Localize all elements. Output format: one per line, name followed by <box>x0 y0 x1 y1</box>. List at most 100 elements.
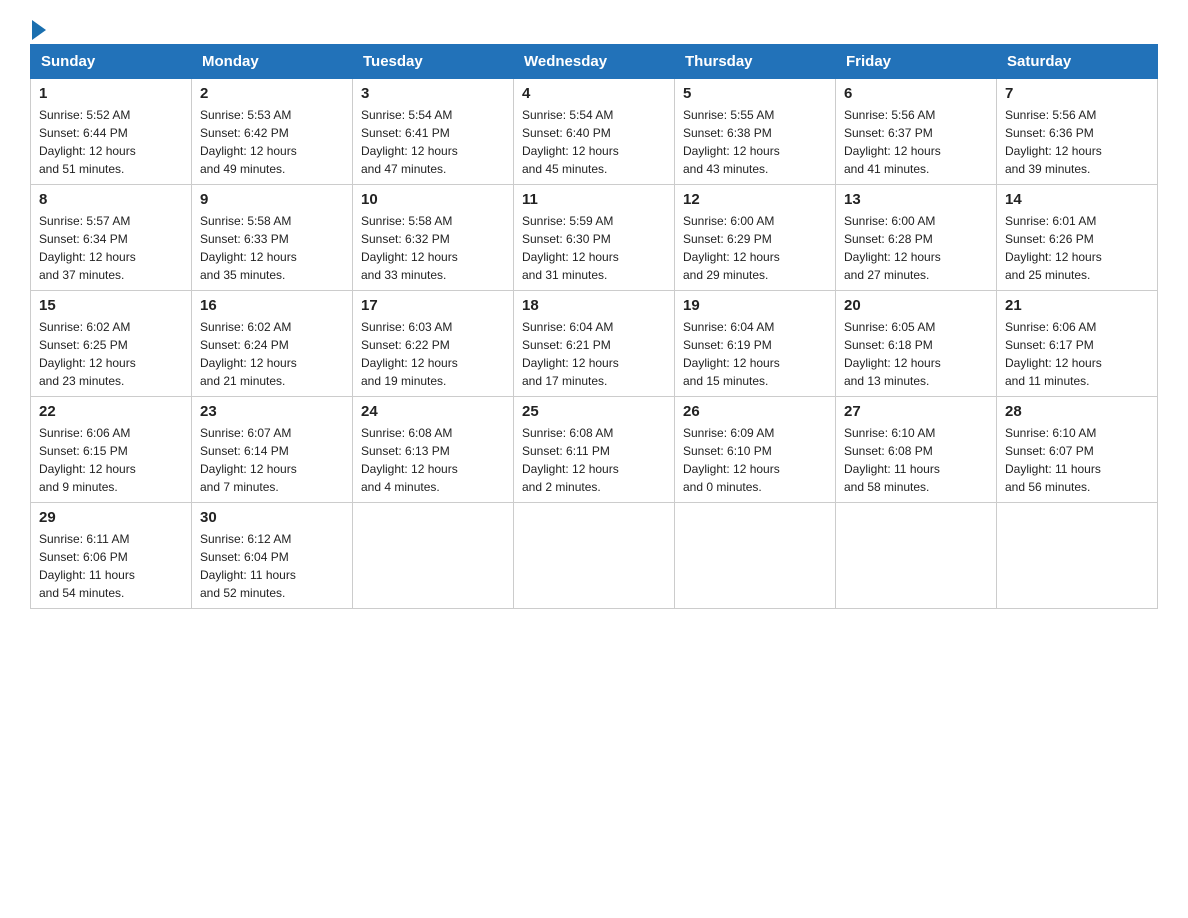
calendar-cell: 27 Sunrise: 6:10 AMSunset: 6:08 PMDayligh… <box>836 397 997 503</box>
day-number: 12 <box>683 191 827 208</box>
day-number: 9 <box>200 191 344 208</box>
calendar-cell: 12 Sunrise: 6:00 AMSunset: 6:29 PMDayligh… <box>675 185 836 291</box>
day-info: Sunrise: 5:57 AMSunset: 6:34 PMDaylight:… <box>39 212 183 284</box>
calendar-cell: 7 Sunrise: 5:56 AMSunset: 6:36 PMDaylight… <box>997 79 1158 185</box>
day-number: 29 <box>39 509 183 526</box>
day-number: 18 <box>522 297 666 314</box>
weekday-header-row: SundayMondayTuesdayWednesdayThursdayFrid… <box>31 45 1158 79</box>
calendar-week-3: 15 Sunrise: 6:02 AMSunset: 6:25 PMDayligh… <box>31 291 1158 397</box>
calendar-cell: 28 Sunrise: 6:10 AMSunset: 6:07 PMDayligh… <box>997 397 1158 503</box>
day-number: 28 <box>1005 403 1149 420</box>
day-number: 4 <box>522 85 666 102</box>
weekday-header-wednesday: Wednesday <box>514 45 675 79</box>
calendar-cell <box>836 503 997 609</box>
calendar-week-1: 1 Sunrise: 5:52 AMSunset: 6:44 PMDaylight… <box>31 79 1158 185</box>
weekday-header-tuesday: Tuesday <box>353 45 514 79</box>
calendar-week-2: 8 Sunrise: 5:57 AMSunset: 6:34 PMDaylight… <box>31 185 1158 291</box>
day-info: Sunrise: 6:08 AMSunset: 6:11 PMDaylight:… <box>522 424 666 496</box>
calendar-cell: 10Sunrise: 5:58 AMSunset: 6:32 PMDayligh… <box>353 185 514 291</box>
day-number: 26 <box>683 403 827 420</box>
day-info: Sunrise: 5:54 AMSunset: 6:40 PMDaylight:… <box>522 106 666 178</box>
day-number: 7 <box>1005 85 1149 102</box>
day-info: Sunrise: 6:00 AMSunset: 6:28 PMDaylight:… <box>844 212 988 284</box>
day-info: Sunrise: 6:04 AMSunset: 6:21 PMDaylight:… <box>522 318 666 390</box>
day-number: 21 <box>1005 297 1149 314</box>
day-info: Sunrise: 6:10 AMSunset: 6:08 PMDaylight:… <box>844 424 988 496</box>
day-info: Sunrise: 6:01 AMSunset: 6:26 PMDaylight:… <box>1005 212 1149 284</box>
calendar-cell: 6 Sunrise: 5:56 AMSunset: 6:37 PMDaylight… <box>836 79 997 185</box>
weekday-header-friday: Friday <box>836 45 997 79</box>
day-number: 15 <box>39 297 183 314</box>
calendar-cell: 19 Sunrise: 6:04 AMSunset: 6:19 PMDayligh… <box>675 291 836 397</box>
day-number: 17 <box>361 297 505 314</box>
day-number: 20 <box>844 297 988 314</box>
weekday-header-monday: Monday <box>192 45 353 79</box>
day-info: Sunrise: 6:02 AMSunset: 6:25 PMDaylight:… <box>39 318 183 390</box>
day-info: Sunrise: 6:06 AMSunset: 6:17 PMDaylight:… <box>1005 318 1149 390</box>
calendar-cell: 5 Sunrise: 5:55 AMSunset: 6:38 PMDaylight… <box>675 79 836 185</box>
day-number: 24 <box>361 403 505 420</box>
calendar-cell <box>353 503 514 609</box>
day-info: Sunrise: 6:07 AMSunset: 6:14 PMDaylight:… <box>200 424 344 496</box>
day-info: Sunrise: 5:54 AMSunset: 6:41 PMDaylight:… <box>361 106 505 178</box>
calendar-cell: 4 Sunrise: 5:54 AMSunset: 6:40 PMDaylight… <box>514 79 675 185</box>
day-number: 10 <box>361 191 505 208</box>
calendar-cell: 2Sunrise: 5:53 AMSunset: 6:42 PMDaylight… <box>192 79 353 185</box>
calendar-cell: 14 Sunrise: 6:01 AMSunset: 6:26 PMDayligh… <box>997 185 1158 291</box>
calendar-cell: 9Sunrise: 5:58 AMSunset: 6:33 PMDaylight… <box>192 185 353 291</box>
calendar-cell: 3 Sunrise: 5:54 AMSunset: 6:41 PMDaylight… <box>353 79 514 185</box>
calendar-cell: 20 Sunrise: 6:05 AMSunset: 6:18 PMDayligh… <box>836 291 997 397</box>
calendar-week-5: 29 Sunrise: 6:11 AMSunset: 6:06 PMDayligh… <box>31 503 1158 609</box>
day-info: Sunrise: 5:59 AMSunset: 6:30 PMDaylight:… <box>522 212 666 284</box>
calendar-cell: 30Sunrise: 6:12 AMSunset: 6:04 PMDayligh… <box>192 503 353 609</box>
logo <box>30 20 48 34</box>
weekday-header-thursday: Thursday <box>675 45 836 79</box>
day-number: 22 <box>39 403 183 420</box>
day-info: Sunrise: 5:55 AMSunset: 6:38 PMDaylight:… <box>683 106 827 178</box>
calendar-cell <box>514 503 675 609</box>
calendar-cell: 15 Sunrise: 6:02 AMSunset: 6:25 PMDayligh… <box>31 291 192 397</box>
calendar-cell: 25 Sunrise: 6:08 AMSunset: 6:11 PMDayligh… <box>514 397 675 503</box>
calendar-cell: 21 Sunrise: 6:06 AMSunset: 6:17 PMDayligh… <box>997 291 1158 397</box>
day-info: Sunrise: 6:10 AMSunset: 6:07 PMDaylight:… <box>1005 424 1149 496</box>
day-number: 16 <box>200 297 344 314</box>
day-number: 14 <box>1005 191 1149 208</box>
day-number: 3 <box>361 85 505 102</box>
day-info: Sunrise: 6:04 AMSunset: 6:19 PMDaylight:… <box>683 318 827 390</box>
day-info: Sunrise: 5:56 AMSunset: 6:36 PMDaylight:… <box>1005 106 1149 178</box>
day-info: Sunrise: 6:12 AMSunset: 6:04 PMDaylight:… <box>200 530 344 602</box>
calendar-cell <box>675 503 836 609</box>
day-number: 13 <box>844 191 988 208</box>
calendar-cell: 22Sunrise: 6:06 AMSunset: 6:15 PMDayligh… <box>31 397 192 503</box>
calendar-week-4: 22Sunrise: 6:06 AMSunset: 6:15 PMDayligh… <box>31 397 1158 503</box>
calendar-cell: 17Sunrise: 6:03 AMSunset: 6:22 PMDayligh… <box>353 291 514 397</box>
calendar-cell: 24 Sunrise: 6:08 AMSunset: 6:13 PMDayligh… <box>353 397 514 503</box>
day-number: 6 <box>844 85 988 102</box>
day-info: Sunrise: 6:05 AMSunset: 6:18 PMDaylight:… <box>844 318 988 390</box>
day-info: Sunrise: 5:52 AMSunset: 6:44 PMDaylight:… <box>39 106 183 178</box>
calendar-cell: 8 Sunrise: 5:57 AMSunset: 6:34 PMDaylight… <box>31 185 192 291</box>
weekday-header-sunday: Sunday <box>31 45 192 79</box>
calendar-cell: 29 Sunrise: 6:11 AMSunset: 6:06 PMDayligh… <box>31 503 192 609</box>
logo-arrow-icon <box>32 20 46 40</box>
day-number: 19 <box>683 297 827 314</box>
day-number: 11 <box>522 191 666 208</box>
day-info: Sunrise: 6:11 AMSunset: 6:06 PMDaylight:… <box>39 530 183 602</box>
day-info: Sunrise: 5:56 AMSunset: 6:37 PMDaylight:… <box>844 106 988 178</box>
calendar-table: SundayMondayTuesdayWednesdayThursdayFrid… <box>30 44 1158 609</box>
day-number: 23 <box>200 403 344 420</box>
day-number: 1 <box>39 85 183 102</box>
day-info: Sunrise: 5:53 AMSunset: 6:42 PMDaylight:… <box>200 106 344 178</box>
calendar-cell: 26 Sunrise: 6:09 AMSunset: 6:10 PMDayligh… <box>675 397 836 503</box>
day-number: 25 <box>522 403 666 420</box>
day-number: 5 <box>683 85 827 102</box>
day-info: Sunrise: 6:02 AMSunset: 6:24 PMDaylight:… <box>200 318 344 390</box>
day-info: Sunrise: 6:09 AMSunset: 6:10 PMDaylight:… <box>683 424 827 496</box>
calendar-cell: 11 Sunrise: 5:59 AMSunset: 6:30 PMDayligh… <box>514 185 675 291</box>
calendar-cell: 1 Sunrise: 5:52 AMSunset: 6:44 PMDaylight… <box>31 79 192 185</box>
calendar-cell: 13 Sunrise: 6:00 AMSunset: 6:28 PMDayligh… <box>836 185 997 291</box>
day-info: Sunrise: 6:08 AMSunset: 6:13 PMDaylight:… <box>361 424 505 496</box>
day-info: Sunrise: 6:00 AMSunset: 6:29 PMDaylight:… <box>683 212 827 284</box>
day-number: 27 <box>844 403 988 420</box>
day-number: 8 <box>39 191 183 208</box>
